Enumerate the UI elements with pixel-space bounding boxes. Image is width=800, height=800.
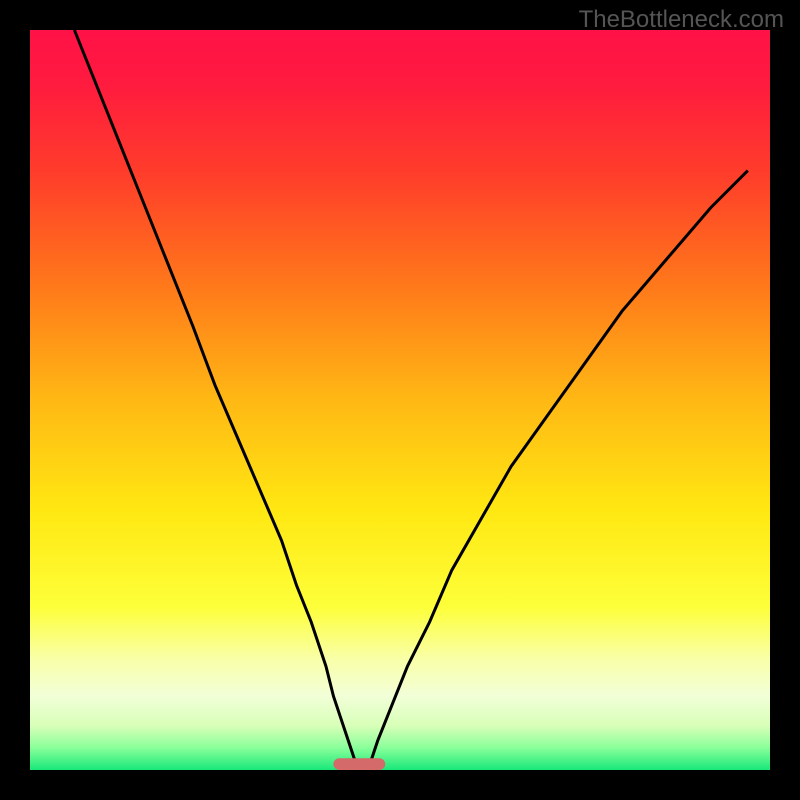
bottleneck-chart — [0, 0, 800, 800]
watermark-text: TheBottleneck.com — [579, 6, 784, 34]
plot-area — [30, 30, 770, 770]
bottleneck-marker — [333, 758, 385, 770]
